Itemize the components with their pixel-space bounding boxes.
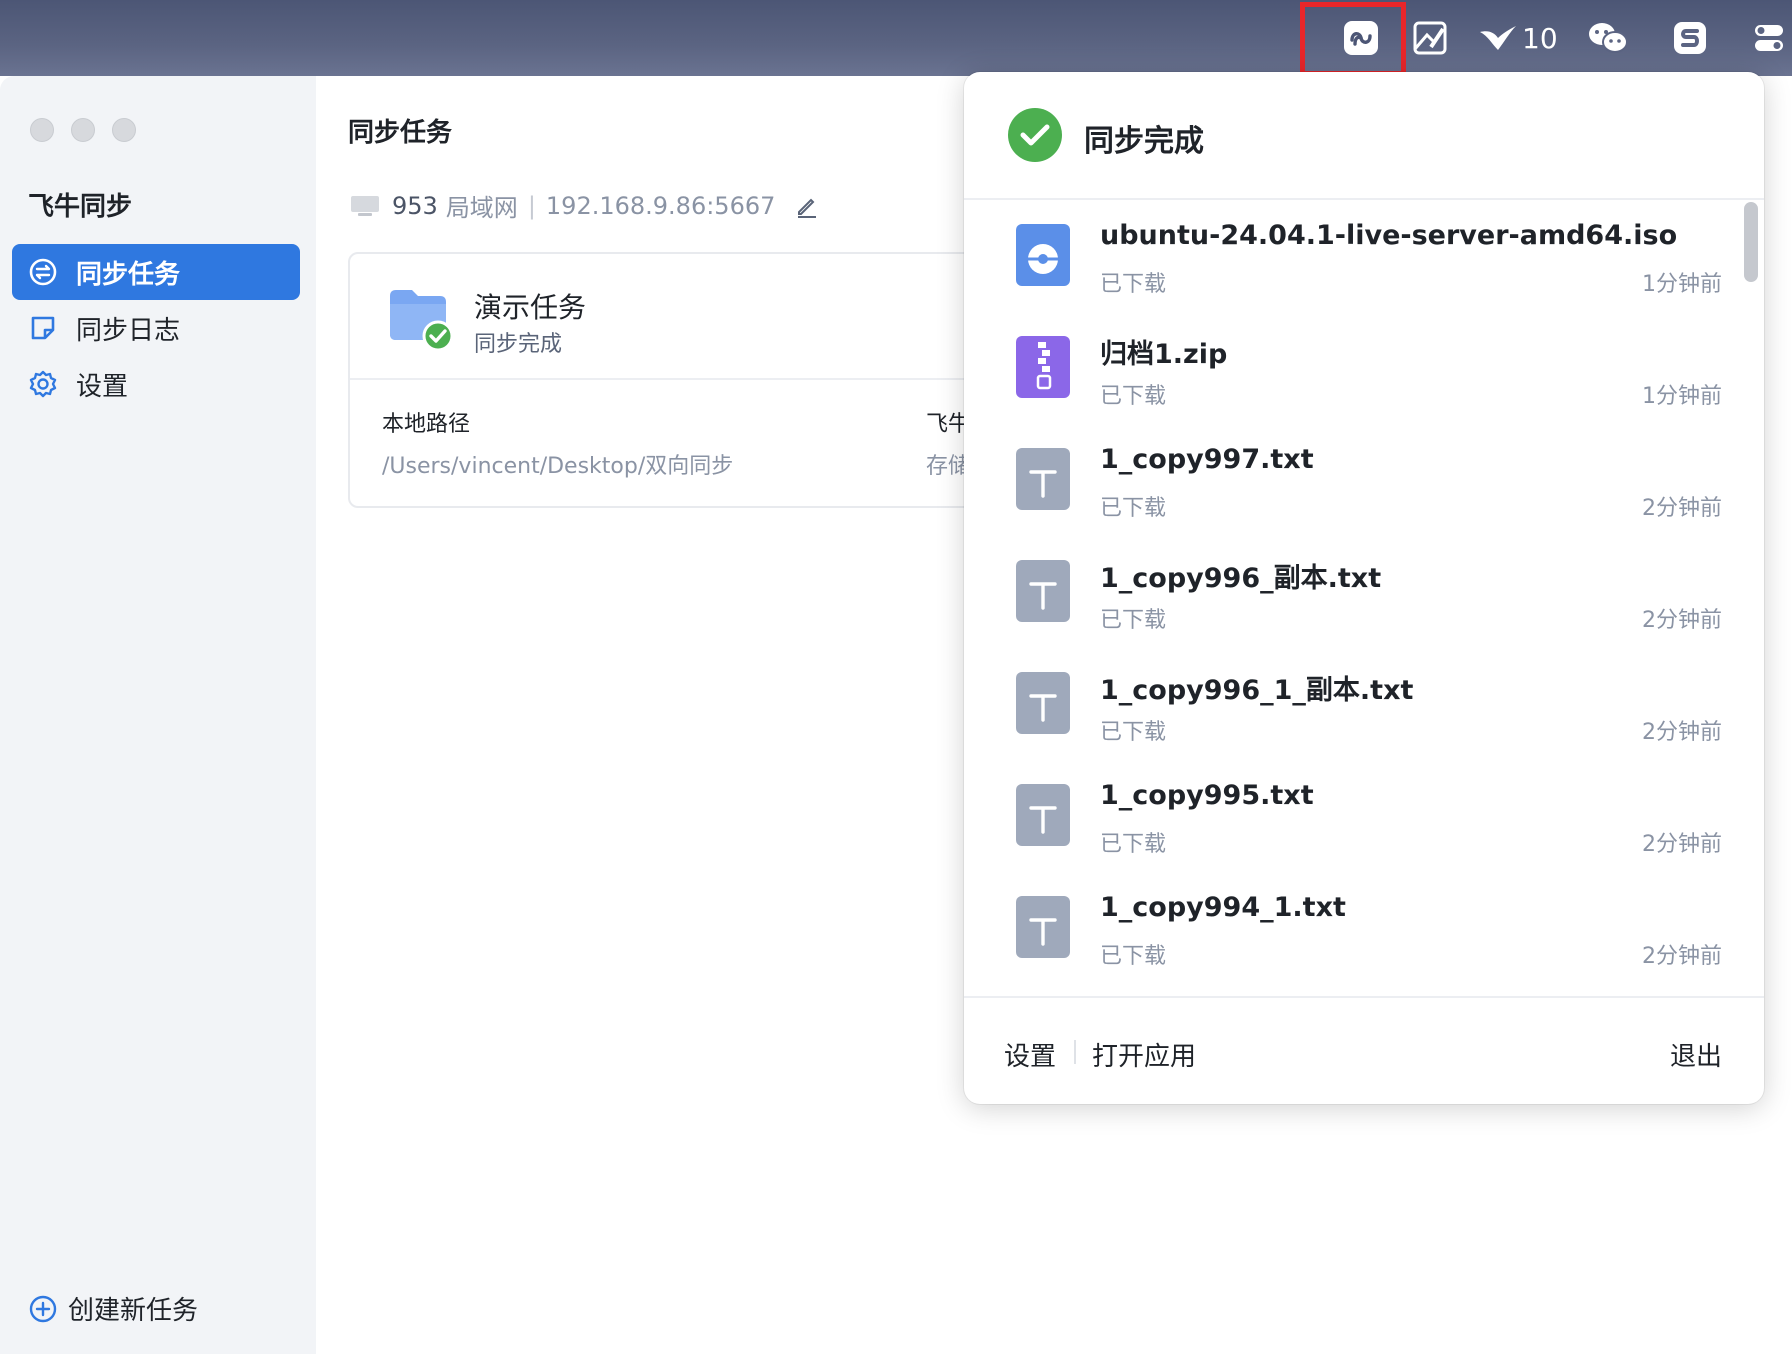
sidebar-item-label: 设置: [76, 371, 129, 402]
sidebar-nav: 同步任务 同步日志 设置: [12, 244, 300, 412]
quit-link[interactable]: 退出: [1670, 1036, 1722, 1073]
s-app-icon: [1674, 22, 1706, 54]
image-edit-tray-icon[interactable]: [1410, 0, 1450, 76]
open-app-link[interactable]: 打开应用: [1092, 1036, 1196, 1073]
file-status: 已下载: [1100, 496, 1167, 521]
file-time: 2分钟前: [1642, 608, 1722, 633]
file-status: 已下载: [1100, 384, 1167, 409]
separator: |: [527, 191, 536, 220]
server-name: 953: [392, 191, 438, 220]
zip-file-icon: [1016, 336, 1070, 398]
sync-icon: [28, 257, 58, 287]
file-row[interactable]: 1_copy996_1_副本.txt 已下载 2分钟前: [964, 650, 1764, 762]
popover-header: 同步完成: [964, 72, 1764, 200]
badge-count: 10: [1522, 21, 1558, 55]
sidebar: 飞牛同步 同步任务 同步日志 设置 创建新任务: [0, 76, 316, 1354]
file-name: ubuntu-24.04.1-live-server-amd64.iso: [1100, 220, 1678, 251]
wechat-tray-icon[interactable]: [1586, 0, 1630, 76]
file-time: 2分钟前: [1642, 944, 1722, 969]
file-time: 1分钟前: [1642, 384, 1722, 409]
file-row[interactable]: 归档1.zip 已下载 1分钟前: [964, 314, 1764, 426]
file-name: 1_copy995.txt: [1100, 780, 1314, 811]
file-time: 1分钟前: [1642, 272, 1722, 297]
file-name: 1_copy996_副本.txt: [1100, 563, 1382, 594]
wechat-icon: [1589, 23, 1628, 53]
sidebar-item-settings[interactable]: 设置: [12, 356, 300, 412]
task-card[interactable]: 演示任务 同步完成 本地路径 /Users/vincent/Desktop/双向…: [348, 252, 1048, 508]
file-name: 1_copy996_1_副本.txt: [1100, 675, 1414, 706]
file-row[interactable]: 1_copy995.txt 已下载 2分钟前: [964, 762, 1764, 874]
file-status: 已下载: [1100, 720, 1167, 745]
file-status: 已下载: [1100, 608, 1167, 633]
file-name: 归档1.zip: [1100, 339, 1228, 370]
minimize-window-button[interactable]: [71, 118, 95, 142]
popover-title: 同步完成: [1084, 124, 1204, 159]
scrollbar-thumb[interactable]: [1744, 202, 1758, 282]
text-file-icon: [1016, 672, 1070, 734]
disc-image-file-icon: [1016, 224, 1070, 286]
local-path-label: 本地路径: [382, 412, 471, 437]
file-time: 2分钟前: [1642, 832, 1722, 857]
sidebar-item-sync-log[interactable]: 同步日志: [12, 300, 300, 356]
sidebar-item-label: 同步任务: [76, 259, 181, 290]
create-task-button[interactable]: 创建新任务: [28, 1290, 198, 1327]
file-status: 已下载: [1100, 944, 1167, 969]
check-circle-icon: [1008, 108, 1062, 162]
settings-link[interactable]: 设置: [1004, 1036, 1056, 1073]
bird-icon: [1480, 26, 1516, 50]
file-name: 1_copy994_1.txt: [1100, 892, 1346, 923]
task-status: 同步完成: [474, 332, 563, 357]
server-address: 192.168.9.86:5667: [545, 191, 776, 220]
close-window-button[interactable]: [30, 118, 54, 142]
plus-circle-icon: [29, 1295, 57, 1322]
local-path-value: /Users/vincent/Desktop/双向同步: [382, 454, 734, 479]
window-controls: [30, 118, 136, 142]
file-row[interactable]: ubuntu-24.04.1-live-server-amd64.iso 已下载…: [964, 202, 1764, 314]
file-time: 2分钟前: [1642, 720, 1722, 745]
text-file-icon: [1016, 896, 1070, 958]
file-row[interactable]: 1_copy994_1.txt 已下载 2分钟前: [964, 874, 1764, 986]
image-edit-icon: [1413, 21, 1447, 55]
task-card-header: 演示任务 同步完成: [350, 254, 1046, 380]
edit-icon[interactable]: [795, 194, 819, 218]
server-info: 953 局域网 | 192.168.9.86:5667: [350, 188, 819, 223]
file-row[interactable]: 1_copy997.txt 已下载 2分钟前: [964, 426, 1764, 538]
sidebar-item-sync-tasks[interactable]: 同步任务: [12, 244, 300, 300]
text-file-icon: [1016, 448, 1070, 510]
file-status: 已下载: [1100, 832, 1167, 857]
sync-popover: 同步完成 ubuntu-24.04.1-live-server-amd64.is…: [964, 72, 1764, 1104]
network-type: 局域网: [445, 194, 518, 222]
toggle-icon: [1755, 25, 1783, 51]
popover-footer: 设置 打开应用 退出: [964, 996, 1764, 1104]
gear-icon: [28, 369, 58, 399]
footer-divider: [1074, 1040, 1076, 1064]
zoom-window-button[interactable]: [112, 118, 136, 142]
file-name: 1_copy997.txt: [1100, 444, 1314, 475]
folder-icon: [390, 290, 454, 352]
highlight-box: [1300, 2, 1406, 76]
page-title: 同步任务: [348, 118, 453, 148]
menu-bar: 10: [0, 0, 1792, 76]
task-name: 演示任务: [474, 291, 587, 324]
file-row[interactable]: 1_copy996_副本.txt 已下载 2分钟前: [964, 538, 1764, 650]
file-time: 2分钟前: [1642, 496, 1722, 521]
text-file-icon: [1016, 784, 1070, 846]
bird-tray-item[interactable]: 10: [1478, 0, 1574, 76]
monitor-icon: [351, 195, 379, 216]
control-center-tray-icon[interactable]: [1752, 0, 1786, 76]
create-task-label: 创建新任务: [68, 1296, 199, 1326]
file-list[interactable]: ubuntu-24.04.1-live-server-amd64.iso 已下载…: [964, 202, 1764, 992]
s-app-tray-icon[interactable]: [1672, 0, 1708, 76]
sidebar-item-label: 同步日志: [76, 315, 181, 346]
log-icon: [28, 313, 58, 343]
file-status: 已下载: [1100, 272, 1167, 297]
text-file-icon: [1016, 560, 1070, 622]
app-title: 飞牛同步: [28, 192, 133, 222]
